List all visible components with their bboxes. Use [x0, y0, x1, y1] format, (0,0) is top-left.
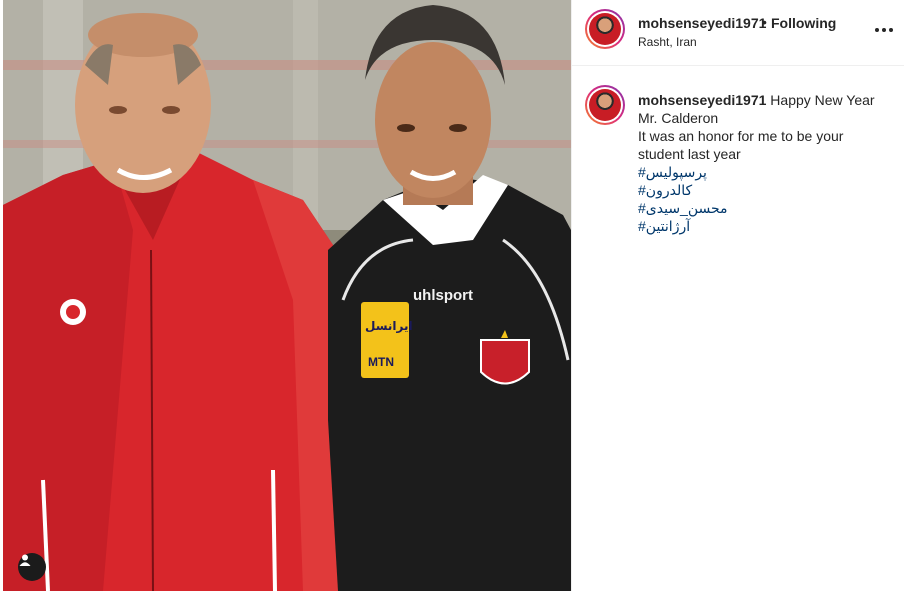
- hashtag-link[interactable]: #آرژانتین: [638, 217, 888, 235]
- post-photo[interactable]: uhlsport ایرانسل MTN: [3, 0, 571, 591]
- caption-line-3: It was an honor for me to be your: [638, 128, 844, 144]
- following-button[interactable]: Following: [771, 15, 836, 31]
- more-horizontal-icon: [875, 28, 879, 32]
- caption-first-line: Happy New Year: [770, 92, 875, 108]
- more-options-button[interactable]: [875, 20, 893, 40]
- author-username[interactable]: mohsenseyedi1971: [638, 15, 766, 31]
- sponsor-bottom-text: MTN: [368, 355, 394, 369]
- caption-line-4: student last year: [638, 146, 741, 162]
- photo-illustration: uhlsport ایرانسل MTN: [3, 0, 571, 591]
- separator-dot: •: [762, 14, 767, 30]
- sponsor-top-text: ایرانسل: [365, 319, 413, 333]
- jacket-brand-text: uhlsport: [413, 287, 473, 304]
- author-avatar[interactable]: [585, 9, 625, 49]
- post-side-panel: mohsenseyedi1971 • Following Rasht, Iran…: [571, 0, 904, 591]
- hashtag-link[interactable]: #محسن_سیدی: [638, 199, 888, 217]
- hashtag-link[interactable]: #کالدرون: [638, 181, 888, 199]
- caption-line-2: Mr. Calderon: [638, 110, 719, 126]
- hashtag-link[interactable]: #پرسپولیس: [638, 163, 888, 181]
- post-location[interactable]: Rasht, Iran: [638, 35, 697, 49]
- user-tag-icon: [19, 554, 31, 566]
- instagram-post-modal: uhlsport ایرانسل MTN mohsenseyedi1971 • …: [0, 0, 904, 591]
- caption-username[interactable]: mohsenseyedi1971: [638, 92, 766, 108]
- user-tag-button[interactable]: [18, 553, 46, 581]
- caption-text: mohsenseyedi1971 Happy New Year Mr. Cald…: [638, 91, 888, 235]
- caption-author-avatar[interactable]: [585, 85, 625, 125]
- post-header: mohsenseyedi1971 • Following Rasht, Iran: [572, 0, 904, 66]
